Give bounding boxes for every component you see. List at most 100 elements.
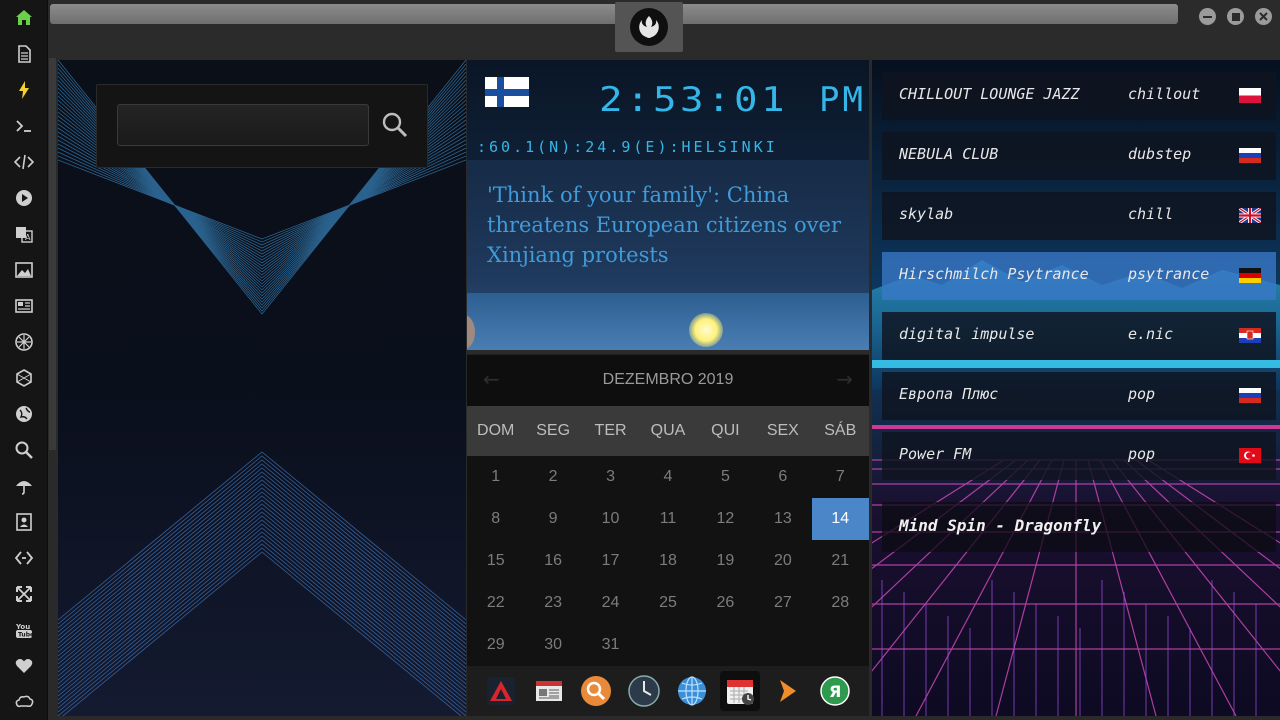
calendar-day[interactable]: 20: [754, 540, 811, 582]
station-item-active[interactable]: Hirschmilch Psytrance psytrance: [882, 252, 1276, 300]
station-name: Hirschmilch Psytrance: [899, 265, 1089, 283]
dock-calendar-icon[interactable]: [719, 671, 760, 711]
rebel-emblem-icon[interactable]: [0, 324, 48, 360]
expand-icon[interactable]: [0, 576, 48, 612]
play-icon[interactable]: [0, 180, 48, 216]
poland-flag-icon: [1239, 88, 1261, 103]
translate-icon[interactable]: A: [0, 216, 48, 252]
station-genre: dubstep: [1128, 145, 1192, 163]
lightning-icon[interactable]: [0, 72, 48, 108]
dock-news-icon[interactable]: [529, 671, 569, 711]
calendar-day[interactable]: 3: [582, 456, 639, 498]
croatia-flag-icon: [1239, 328, 1261, 343]
calendar-day[interactable]: 28: [812, 582, 869, 624]
calendar-day[interactable]: 24: [582, 582, 639, 624]
search-button[interactable]: [379, 107, 411, 143]
calendar-day[interactable]: 10: [582, 498, 639, 540]
station-item[interactable]: skylab chill: [882, 192, 1276, 240]
hexagon-icon[interactable]: [0, 360, 48, 396]
sun-icon: [689, 313, 723, 347]
search-icon[interactable]: [0, 432, 48, 468]
now-playing-bar: Mind Spin - Dragonfly: [882, 502, 1276, 552]
app-sidebar: A You Tube: [0, 0, 48, 720]
dock-clock-icon[interactable]: [624, 671, 664, 711]
embed-icon[interactable]: [0, 540, 48, 576]
calendar-day[interactable]: 22: [467, 582, 524, 624]
dock-player-icon[interactable]: [767, 671, 807, 711]
youtube-icon[interactable]: You Tube: [0, 612, 48, 648]
station-item[interactable]: digital impulse e.nic: [882, 312, 1276, 360]
radio-panel: CHILLOUT LOUNGE JAZZ chillout NEBULA CLU…: [872, 60, 1280, 716]
station-item[interactable]: NEBULA CLUB dubstep: [882, 132, 1276, 180]
clock-news-panel: 2:53:01 PM :60.1(N):24.9(E):HELSINKI 'Th…: [467, 60, 869, 350]
calendar-day[interactable]: 25: [639, 582, 696, 624]
calendar-day[interactable]: 12: [697, 498, 754, 540]
terminal-icon[interactable]: [0, 108, 48, 144]
calendar-day[interactable]: 15: [467, 540, 524, 582]
globe-icon[interactable]: [0, 396, 48, 432]
maximize-button[interactable]: [1227, 8, 1244, 25]
rebel-tab[interactable]: [615, 2, 683, 52]
calendar-day[interactable]: 11: [639, 498, 696, 540]
calendar-day[interactable]: 16: [524, 540, 581, 582]
calendar-day[interactable]: 9: [524, 498, 581, 540]
calendar-month-label: DEZEMBRO 2019: [602, 371, 734, 388]
desktop-root: A You Tube 2:53:01 PM:60.1(N):24.9(E):H…: [0, 0, 1280, 720]
calendar-day[interactable]: 13: [754, 498, 811, 540]
station-genre: chillout: [1128, 85, 1201, 103]
russia-flag-icon: [1239, 148, 1261, 163]
close-button[interactable]: [1255, 8, 1272, 25]
calendar-day[interactable]: 4: [639, 456, 696, 498]
news-headline-link[interactable]: 'Think of your family': China threatens …: [487, 183, 841, 267]
calendar-day[interactable]: 5: [697, 456, 754, 498]
document-icon[interactable]: [0, 36, 48, 72]
code-icon[interactable]: [0, 144, 48, 180]
station-item[interactable]: Power FM pop: [882, 432, 1276, 480]
calendar-day[interactable]: 18: [639, 540, 696, 582]
calendar-day[interactable]: 19: [697, 540, 754, 582]
dock-search-icon[interactable]: [576, 671, 616, 711]
next-month-button[interactable]: →: [836, 367, 853, 391]
calendar-widget: ← DEZEMBRO 2019 → DOM SEG TER QUA QUI SE…: [467, 354, 869, 666]
image-icon[interactable]: [0, 252, 48, 288]
home-icon[interactable]: [0, 0, 48, 36]
calendar-day[interactable]: 31: [582, 624, 639, 666]
weekday-label: SÁB: [824, 422, 857, 439]
dock-launcher-icon[interactable]: [481, 671, 521, 711]
window-topbar: [48, 0, 1280, 58]
calendar-day[interactable]: 23: [524, 582, 581, 624]
calendar-day[interactable]: 26: [697, 582, 754, 624]
calendar-day[interactable]: 30: [524, 624, 581, 666]
calendar-day[interactable]: 2: [524, 456, 581, 498]
station-genre: chill: [1128, 205, 1174, 223]
sidebar-scrollbar[interactable]: [49, 0, 56, 450]
calendar-day[interactable]: 8: [467, 498, 524, 540]
heart-icon[interactable]: [0, 648, 48, 684]
newspaper-icon[interactable]: [0, 288, 48, 324]
station-name: Европа Плюс: [899, 385, 999, 403]
dock-yandex-icon[interactable]: Я: [815, 671, 855, 711]
umbrella-icon[interactable]: [0, 468, 48, 504]
station-genre: pop: [1128, 385, 1156, 403]
calendar-day[interactable]: 17: [582, 540, 639, 582]
minimize-button[interactable]: [1199, 8, 1216, 25]
sky-strip: [467, 293, 869, 350]
address-bar[interactable]: [50, 4, 1178, 24]
cloud-link-icon[interactable]: [0, 684, 48, 720]
calendar-day[interactable]: 7: [812, 456, 869, 498]
dock-browser-icon[interactable]: [672, 671, 712, 711]
station-item[interactable]: Европа Плюс pop: [882, 372, 1276, 420]
magnifier-icon: [382, 112, 408, 138]
station-item[interactable]: CHILLOUT LOUNGE JAZZ chillout: [882, 72, 1276, 120]
contacts-icon[interactable]: [0, 504, 48, 540]
station-name: Power FM: [899, 445, 972, 463]
rebel-alliance-icon: [630, 8, 668, 46]
calendar-day[interactable]: 21: [812, 540, 869, 582]
calendar-day[interactable]: 27: [754, 582, 811, 624]
calendar-day[interactable]: 14: [811, 498, 869, 540]
station-genre: psytrance: [1128, 265, 1210, 283]
calendar-day[interactable]: 29: [467, 624, 524, 666]
calendar-day[interactable]: 6: [754, 456, 811, 498]
calendar-day[interactable]: 1: [467, 456, 524, 498]
search-input[interactable]: [117, 104, 369, 146]
